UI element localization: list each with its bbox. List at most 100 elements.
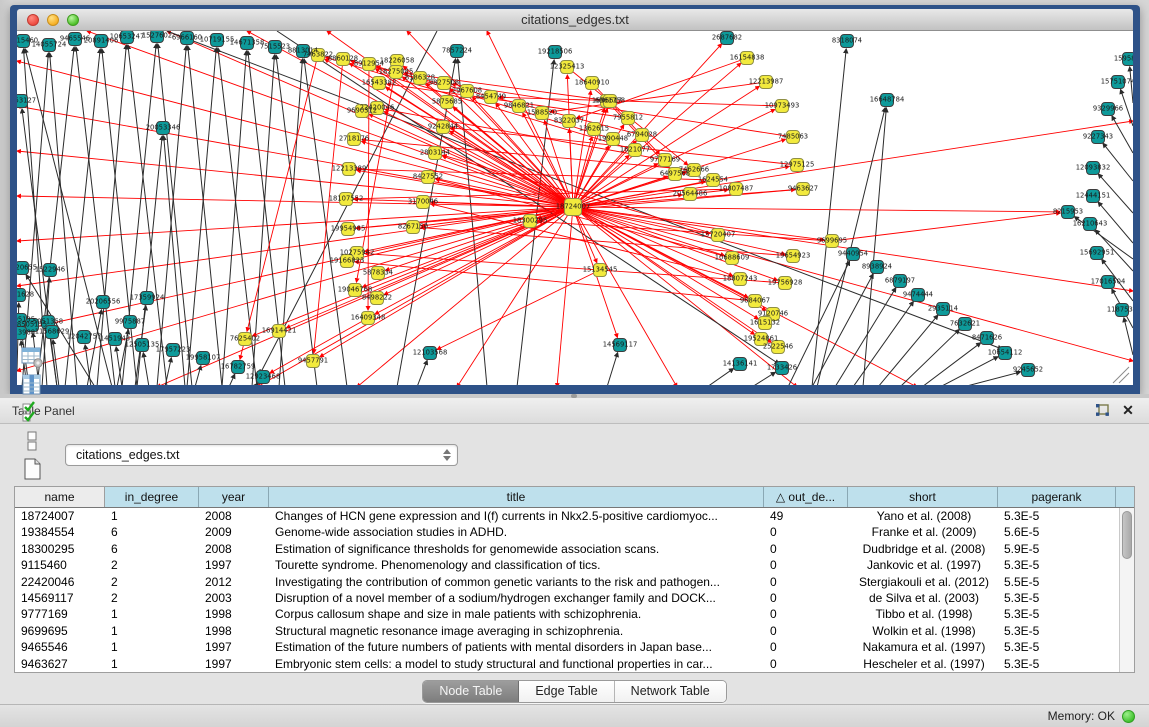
close-window-button[interactable] [27,14,39,26]
graph-node-label: 17957223 [156,346,191,354]
table-selector-dropdown[interactable]: citations_edges.txt [65,444,458,466]
new-column-icon[interactable] [18,455,46,483]
tab-network-table[interactable]: Network Table [615,681,726,702]
table-cell: 2008 [199,541,269,557]
close-panel-icon[interactable]: ✕ [1119,402,1137,420]
graph-node-label: 19954985 [331,225,366,233]
graph-node-label: 9245652 [1013,366,1043,374]
table-row[interactable]: 1872400712008Changes of HCN gene express… [15,508,1134,524]
graph-node-label: 2803144 [420,149,450,157]
table-cell: Tibbo et al. (1998) [848,606,998,622]
unselect-all-columns-icon[interactable] [18,427,46,455]
tab-node-table[interactable]: Node Table [423,681,519,702]
graph-node-label: 18226058 [380,57,415,65]
table-mode-icon[interactable] [18,343,46,371]
column-header-short[interactable]: short [848,487,998,507]
table-row[interactable]: 1830029562008Estimation of significance … [15,541,1134,557]
table-row[interactable]: 977716911998Corpus callosum shape and si… [15,606,1134,622]
table-row[interactable]: 1938455462009Genome-wide association stu… [15,524,1134,540]
graph-node-label: 2935114 [928,305,958,313]
table-panel-titlebar: Table Panel ✕ [0,398,1149,424]
table-cell: 2008 [199,508,269,524]
column-header-year[interactable]: year [199,487,269,507]
table-cell: 5.3E-5 [998,590,1116,606]
graph-node-label: 1187531 [1107,306,1133,314]
table-cell: 1998 [199,606,269,622]
table-cell: 1997 [199,639,269,655]
float-panel-icon[interactable] [1093,402,1111,420]
column-header-in_degree[interactable]: in_degree [105,487,199,507]
table-cell: 49 [764,508,848,524]
graph-node-label: 19958107 [186,354,221,362]
table-row[interactable]: 911546021997Tourette syndrome. Phenomeno… [15,557,1134,573]
graph-node-label: 5878334 [363,269,393,277]
column-header-title[interactable]: title [269,487,764,507]
table-cell: Stergiakouli et al. (2012) [848,574,998,590]
graph-node-label: 18300295 [513,217,548,225]
zoom-window-button[interactable] [67,14,79,26]
table-cell: 0 [764,606,848,622]
table-cell: Dudbridge et al. (2008) [848,541,998,557]
table-cell: 5.5E-5 [998,574,1116,590]
table-cell: 9115460 [15,557,105,573]
table-cell: 9777169 [15,606,105,622]
graph-node-label: 12975125 [780,161,815,169]
citation-network-graph[interactable]: 1872400712325413186409101696617832203713… [17,31,1133,385]
table-row[interactable]: 1456911722003Disruption of a novel membe… [15,590,1134,606]
column-header-out_de[interactable]: △ out_de... [764,487,848,507]
graph-node-label: 1990448 [598,135,628,143]
table-row[interactable]: 2242004622012Investigating the contribut… [15,574,1134,590]
network-window: citations_edges.txt 18724007123254131864… [10,5,1140,394]
table-cell: 5.9E-5 [998,541,1116,557]
table-row[interactable]: 946362711997Embryonic stem cells: a mode… [15,656,1134,672]
network-window-titlebar[interactable]: citations_edges.txt [17,9,1133,31]
table-cell: Nakamura et al. (1997) [848,639,998,655]
graph-node-label: 9690312 [347,107,377,115]
graph-node-label: 9120746 [758,310,788,318]
column-header-name[interactable]: name [15,487,105,507]
show-columns-icon[interactable] [18,371,46,399]
graph-node-label: 18107552 [329,195,364,203]
table-cell: 9463627 [15,656,105,672]
graph-node-label: 19046768 [338,286,373,294]
table-cell: 0 [764,623,848,639]
table-cell: 18724007 [15,508,105,524]
table-cell: 6 [105,524,199,540]
graph-node-label: 17016504 [1091,278,1126,286]
graph-node-label: 19654923 [776,252,811,260]
table-scrollbar[interactable] [1119,508,1134,672]
table-row[interactable]: 969969511998Structural magnetic resonanc… [15,623,1134,639]
table-cell: 19384554 [15,524,105,540]
graph-node-label: 1961628 [17,291,34,299]
scrollbar-thumb[interactable] [1122,511,1132,559]
table-header-row: namein_degreeyeartitle△ out_de...shortpa… [15,487,1134,508]
memory-status-label: Memory: OK [1048,709,1115,723]
table-cell: 1 [105,639,199,655]
graph-node-label: 18807243 [723,275,758,283]
table-cell: 0 [764,656,848,672]
graph-node-label: 16648784 [870,96,905,104]
table-cell: 9465546 [15,639,105,655]
graph-node-label: 9227343 [1083,133,1113,141]
graph-node-label: 9777169 [650,156,680,164]
graph-node-label: 19524861 [744,335,779,343]
graph-node-label: 15751074 [1101,78,1133,86]
table-cell: 18300295 [15,541,105,557]
minimize-window-button[interactable] [47,14,59,26]
graph-node-label: 16409348 [351,314,386,322]
table-cell: 5.3E-5 [998,606,1116,622]
column-header-pagerank[interactable]: pagerank [998,487,1116,507]
table-row[interactable]: 946554611997Estimation of the future num… [15,639,1134,655]
table-panel-title: Table Panel [12,404,1085,418]
graph-node-label: 8471626 [972,334,1002,342]
network-canvas[interactable]: 1872400712325413186409101696617832203713… [17,31,1133,385]
graph-node-label: 1527602 [142,32,172,40]
table-cell: 2012 [199,574,269,590]
graph-node-label: 1621077 [620,146,650,154]
select-all-columns-icon[interactable] [18,399,46,427]
graph-node-label: 6966160 [172,34,202,42]
graph-node-label: 10973493 [765,102,800,110]
graph-node-label: 20053346 [146,124,181,132]
graph-node-label: 12444151 [1076,192,1111,200]
tab-edge-table[interactable]: Edge Table [519,681,614,702]
